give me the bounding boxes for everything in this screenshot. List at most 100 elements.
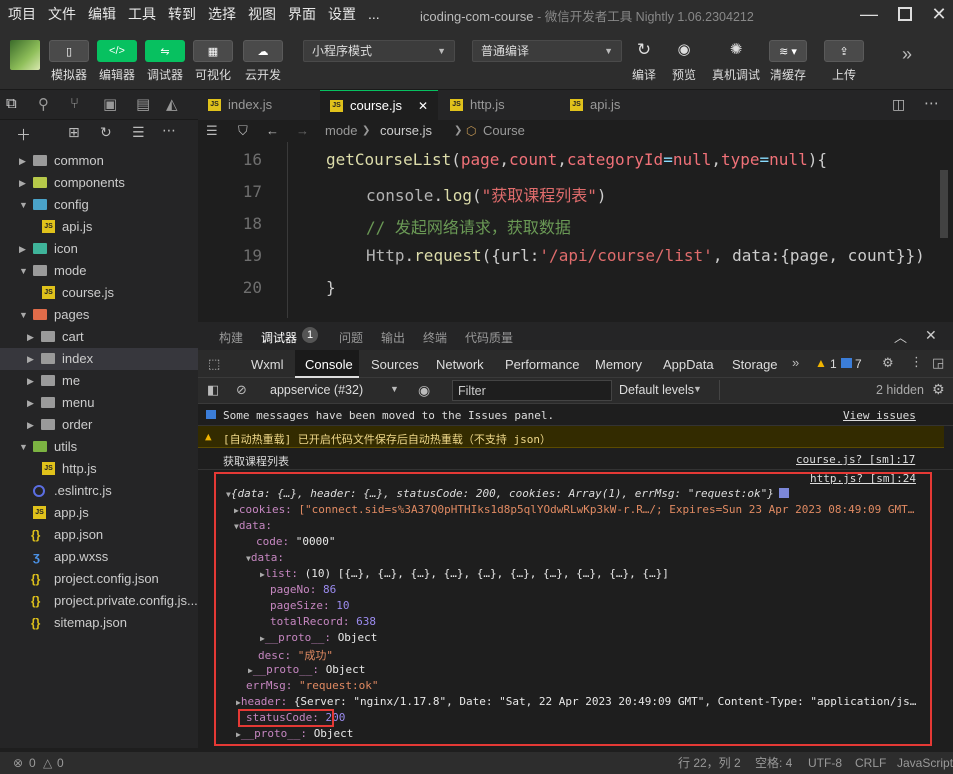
tree-file-sitemap[interactable]: {} sitemap.json bbox=[0, 612, 198, 634]
new-file-icon[interactable]: ＋ bbox=[16, 124, 31, 145]
eye-icon[interactable]: ◉ bbox=[418, 382, 430, 399]
simulator-button[interactable]: ▯ 模拟器 bbox=[49, 40, 89, 83]
encoding[interactable]: UTF-8 bbox=[808, 752, 842, 774]
tree-folder-cart[interactable]: ▶ cart bbox=[0, 326, 198, 348]
collapse-icon[interactable]: ☰ bbox=[132, 124, 145, 141]
language-mode[interactable]: JavaScript bbox=[897, 752, 953, 774]
source-link[interactable]: course.js? [sm]:17 bbox=[796, 453, 915, 466]
cursor-position[interactable]: 行 22，列 2 bbox=[678, 752, 741, 774]
tab-problems[interactable]: 问题 bbox=[339, 329, 363, 346]
log-levels-select[interactable]: Default levels bbox=[619, 383, 694, 397]
more-icon[interactable]: ⋯ bbox=[924, 94, 939, 112]
menu-view[interactable]: 视图 bbox=[244, 4, 280, 24]
breadcrumb-file[interactable]: course.js bbox=[380, 120, 432, 142]
tree-file-project-config[interactable]: {} project.config.json bbox=[0, 568, 198, 590]
close-panel-icon[interactable]: ✕ bbox=[925, 327, 937, 344]
chevron-down-icon[interactable]: ▼ bbox=[693, 384, 702, 394]
tree-folder-mode[interactable]: ▼ mode bbox=[0, 260, 198, 282]
tab-course-js[interactable]: JS course.js ✕ bbox=[320, 90, 438, 120]
real-debug-button[interactable]: ✺ 真机调试 bbox=[710, 40, 762, 83]
menu-edit[interactable]: 编辑 bbox=[84, 4, 120, 24]
menu-file[interactable]: 文件 bbox=[44, 4, 80, 24]
mode-select[interactable]: 小程序模式 ▼ bbox=[303, 40, 455, 62]
refresh-icon[interactable]: ↻ bbox=[100, 124, 112, 141]
warning-icon[interactable]: △ bbox=[43, 752, 52, 774]
tab-output[interactable]: 输出 bbox=[381, 329, 405, 346]
tab-network[interactable]: Network bbox=[436, 357, 484, 372]
view-issues-link[interactable]: View issues bbox=[843, 409, 916, 422]
tab-appdata[interactable]: AppData bbox=[663, 357, 714, 372]
line-ending[interactable]: CRLF bbox=[855, 752, 886, 774]
explorer-icon[interactable]: ⧉ bbox=[6, 95, 17, 112]
tab-memory[interactable]: Memory bbox=[595, 357, 642, 372]
tree-file-project-private-config[interactable]: {} project.private.config.js... bbox=[0, 590, 198, 612]
hidden-count[interactable]: 2 hidden bbox=[876, 383, 924, 397]
bookmark-icon[interactable]: ⛉ bbox=[238, 120, 248, 142]
debugger-button[interactable]: ⇋ 调试器 bbox=[145, 40, 185, 83]
search-icon[interactable]: ⚲ bbox=[38, 95, 49, 113]
breadcrumb-symbol[interactable]: Course bbox=[483, 120, 525, 142]
avatar[interactable] bbox=[10, 40, 40, 70]
menu-settings[interactable]: 设置 bbox=[324, 4, 360, 24]
warning-count[interactable]: 0 bbox=[57, 752, 64, 774]
warning-count[interactable]: 1 bbox=[830, 357, 837, 371]
tree-file-api-js[interactable]: JS api.js bbox=[0, 216, 198, 238]
indent-setting[interactable]: 空格: 4 bbox=[755, 752, 792, 774]
tab-sources[interactable]: Sources bbox=[371, 357, 419, 372]
upload-button[interactable]: ⇪ 上传 bbox=[824, 40, 864, 83]
files-icon[interactable]: ▤ bbox=[136, 95, 150, 113]
split-editor-icon[interactable]: ◫ bbox=[892, 96, 905, 113]
tree-folder-icon[interactable]: ▶ icon bbox=[0, 238, 198, 260]
tree-folder-pages[interactable]: ▼ pages bbox=[0, 304, 198, 326]
clear-cache-button[interactable]: ≋ ▾ 清缓存 bbox=[768, 40, 808, 83]
maximize-icon[interactable] bbox=[894, 3, 916, 25]
menu-project[interactable]: 项目 bbox=[4, 4, 40, 24]
close-tab-icon[interactable]: ✕ bbox=[418, 91, 428, 121]
tab-performance[interactable]: Performance bbox=[505, 357, 579, 372]
list-icon[interactable]: ☰ bbox=[206, 120, 218, 142]
compile-select[interactable]: 普通编译 ▼ bbox=[472, 40, 622, 62]
filter-input[interactable]: Filter bbox=[452, 380, 612, 401]
tab-build[interactable]: 构建 bbox=[219, 329, 243, 346]
git-icon[interactable]: ⑂ bbox=[70, 95, 79, 112]
clear-console-icon[interactable]: ⊘ bbox=[236, 382, 247, 398]
settings-gear-icon[interactable]: ⚙ bbox=[882, 355, 894, 371]
tab-storage[interactable]: Storage bbox=[732, 357, 778, 372]
tree-folder-index[interactable]: ▶ index bbox=[0, 348, 198, 370]
more-chevron-icon[interactable]: » bbox=[902, 44, 912, 65]
compile-button[interactable]: ↻ 编译 bbox=[626, 40, 662, 83]
tree-folder-menu[interactable]: ▶ menu bbox=[0, 392, 198, 414]
tree-file-app-json[interactable]: {} app.json bbox=[0, 524, 198, 546]
editor-scrollbar[interactable] bbox=[940, 170, 948, 238]
tab-debugger[interactable]: 调试器 bbox=[261, 329, 297, 346]
tree-folder-components[interactable]: ▶ components bbox=[0, 172, 198, 194]
tab-api-js[interactable]: JS api.js bbox=[560, 90, 678, 120]
error-icon[interactable]: ⊗ bbox=[13, 752, 23, 774]
back-arrow-icon[interactable]: ← bbox=[266, 120, 279, 142]
chevron-up-icon[interactable]: ︿ bbox=[894, 327, 907, 346]
forward-arrow-icon[interactable]: → bbox=[296, 120, 309, 142]
tab-terminal[interactable]: 终端 bbox=[423, 329, 447, 346]
info-count[interactable]: 7 bbox=[855, 357, 862, 371]
menu-more[interactable]: ... bbox=[364, 6, 384, 22]
tab-code-quality[interactable]: 代码质量 bbox=[465, 329, 513, 346]
sidebar-toggle-icon[interactable]: ◧ bbox=[207, 382, 219, 398]
inspect-icon[interactable]: ⬚ bbox=[208, 356, 220, 372]
tree-folder-order[interactable]: ▶ order bbox=[0, 414, 198, 436]
console-settings-icon[interactable]: ⚙ bbox=[932, 381, 945, 398]
preview-button[interactable]: ◉ 预览 bbox=[666, 40, 702, 83]
close-window-icon[interactable]: ✕ bbox=[928, 3, 950, 25]
vertical-dots-icon[interactable]: ⋮ bbox=[910, 354, 923, 370]
tree-file-eslintrc[interactable]: .eslintrc.js bbox=[0, 480, 198, 502]
tree-file-course-js[interactable]: JS course.js bbox=[0, 282, 198, 304]
extensions-icon[interactable]: ▣ bbox=[103, 95, 117, 113]
tree-file-http-js[interactable]: JS http.js bbox=[0, 458, 198, 480]
code-editor[interactable]: 16 17 18 19 20 getCourseList(page,count,… bbox=[198, 142, 953, 318]
breadcrumb-folder[interactable]: mode bbox=[325, 120, 358, 142]
visual-button[interactable]: ▦ 可视化 bbox=[193, 40, 233, 83]
menu-goto[interactable]: 转到 bbox=[164, 4, 200, 24]
tree-folder-config[interactable]: ▼ config bbox=[0, 194, 198, 216]
tab-console[interactable]: Console bbox=[305, 357, 353, 372]
more-icon[interactable]: ⋯ bbox=[162, 122, 176, 139]
new-folder-icon[interactable]: ⊞ bbox=[68, 124, 80, 141]
